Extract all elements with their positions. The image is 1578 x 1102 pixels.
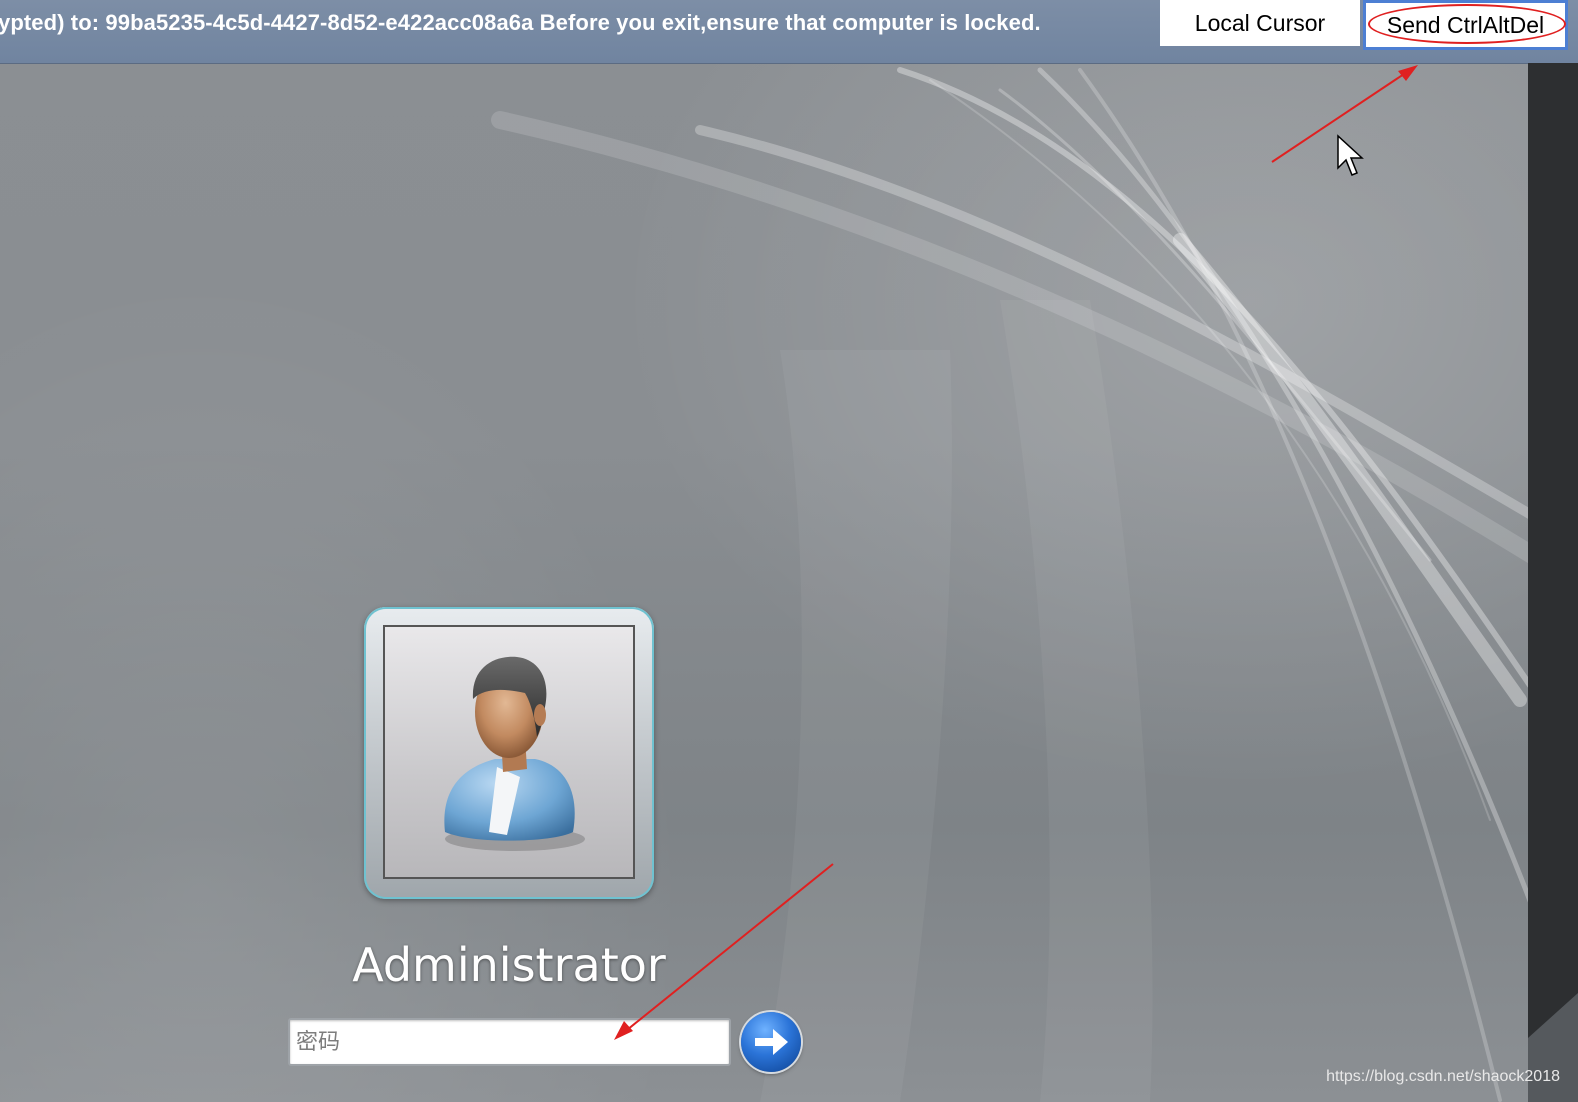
annotation-circle bbox=[1368, 4, 1566, 44]
session-banner-text: ypted) to: 99ba5235-4c5d-4427-8d52-e422a… bbox=[0, 10, 1041, 35]
remote-desktop-screen[interactable]: ypted) to: 99ba5235-4c5d-4427-8d52-e422a… bbox=[0, 0, 1578, 1102]
password-input[interactable] bbox=[288, 1018, 731, 1066]
strip-corner-fold bbox=[1528, 993, 1578, 1102]
right-scroll-strip bbox=[1528, 63, 1578, 1102]
wallpaper-streaks bbox=[491, 67, 1563, 1102]
local-cursor-button[interactable]: Local Cursor bbox=[1160, 0, 1360, 46]
user-name-label: Administrator bbox=[352, 938, 666, 992]
watermark-text: https://blog.csdn.net/shaock2018 bbox=[1326, 1068, 1560, 1085]
user-tile[interactable] bbox=[383, 625, 635, 879]
right-arrow-icon bbox=[755, 1029, 788, 1055]
submit-arrow-button[interactable] bbox=[741, 1012, 801, 1072]
user-avatar-icon bbox=[444, 656, 585, 851]
